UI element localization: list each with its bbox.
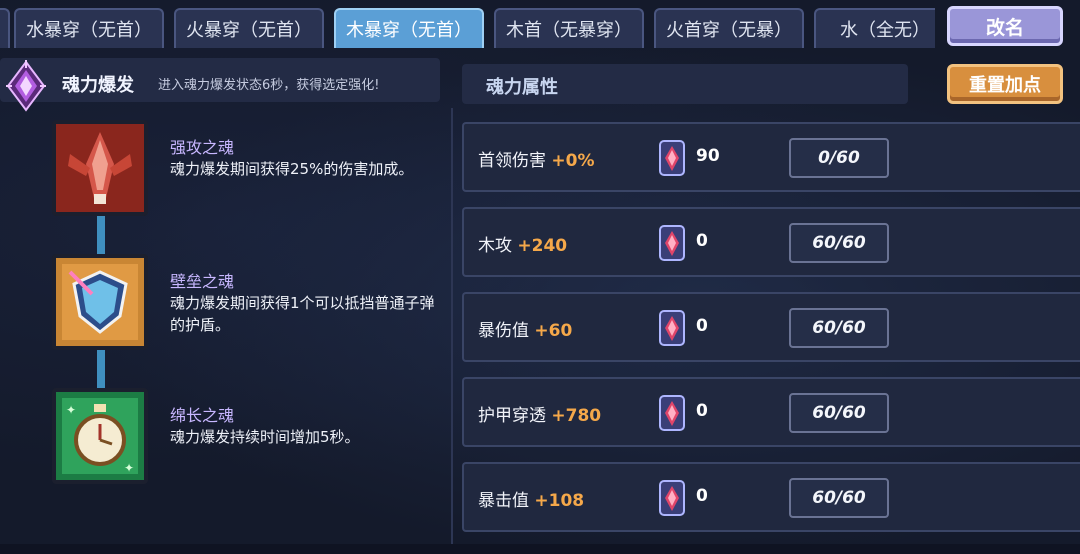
soul-gem-icon	[659, 310, 685, 346]
gem-count: 0	[696, 316, 708, 336]
reset-points-button[interactable]: 重置加点	[947, 64, 1063, 104]
attribute-row: 护甲穿透 +780 0 60/60	[462, 377, 1080, 447]
attribute-level[interactable]: 60/60	[789, 393, 889, 433]
attribute-name: 暴伤值 +60	[478, 321, 573, 341]
soul-gem-icon	[659, 140, 685, 176]
skill-description: 魂力爆发期间获得1个可以抵挡普通子弹的护盾。	[170, 294, 435, 334]
svg-text:✦: ✦	[124, 461, 134, 475]
tab-fire-crit-pierce[interactable]: 火暴穿（无首）	[174, 8, 324, 48]
red-blade-icon[interactable]	[52, 120, 148, 216]
attribute-name: 首领伤害 +0%	[478, 151, 595, 171]
skill-name: 绵长之魂	[170, 406, 235, 425]
attribute-level[interactable]: 60/60	[789, 478, 889, 518]
attribute-name: 护甲穿透 +780	[478, 406, 602, 426]
burst-title: 魂力爆发	[62, 75, 134, 96]
attribute-level[interactable]: 60/60	[789, 223, 889, 263]
gem-count: 0	[696, 486, 708, 506]
attributes-title: 魂力属性	[486, 77, 558, 98]
shield-icon[interactable]	[52, 254, 148, 350]
tab-wood-boss[interactable]: 木首（无暴穿）	[494, 8, 644, 48]
attribute-row: 木攻 +240 0 60/60	[462, 207, 1080, 277]
attribute-bonus: +108	[534, 491, 585, 511]
attribute-name: 暴击值 +108	[478, 491, 585, 511]
gem-count: 90	[696, 146, 720, 166]
attribute-level[interactable]: 0/60	[789, 138, 889, 178]
tab-water-crit-pierce[interactable]: 水暴穿（无首）	[14, 8, 164, 48]
attribute-row: 首领伤害 +0% 90 0/60	[462, 122, 1080, 192]
svg-text:✦: ✦	[66, 403, 76, 417]
rename-button[interactable]: 改名	[947, 6, 1063, 46]
attribute-bonus: +60	[534, 321, 573, 341]
attribute-bonus: +0%	[551, 151, 595, 171]
gem-count: 0	[696, 231, 708, 251]
tab-fire-boss-pierce[interactable]: 火首穿（无暴）	[654, 8, 804, 48]
gem-count: 0	[696, 401, 708, 421]
tab-edge	[0, 8, 10, 48]
skill-name: 壁垒之魂	[170, 272, 235, 291]
tab-wood-crit-pierce[interactable]: 木暴穿（无首）	[334, 8, 484, 48]
attribute-bonus: +240	[517, 236, 568, 256]
preset-tab-bar: 水暴穿（无首） 火暴穿（无首） 木暴穿（无首） 木首（无暴穿） 火首穿（无暴） …	[0, 0, 935, 52]
attribute-bonus: +780	[551, 406, 602, 426]
burst-description: 进入魂力爆发状态6秒，获得选定强化!	[158, 78, 380, 93]
attribute-row: 暴击值 +108 0 60/60	[462, 462, 1080, 532]
soul-gem-icon	[659, 225, 685, 261]
bottom-strip	[0, 544, 1080, 554]
stopwatch-icon[interactable]: ✦ ✦	[52, 388, 148, 484]
purple-crystal-icon	[6, 60, 46, 112]
tab-water-none[interactable]: 水（全无）	[814, 8, 935, 48]
skill-description: 魂力爆发持续时间增加5秒。	[170, 428, 360, 446]
attribute-row: 暴伤值 +60 0 60/60	[462, 292, 1080, 362]
attribute-name: 木攻 +240	[478, 236, 568, 256]
skill-name: 强攻之魂	[170, 138, 235, 157]
attribute-level[interactable]: 60/60	[789, 308, 889, 348]
soul-gem-icon	[659, 395, 685, 431]
soul-gem-icon	[659, 480, 685, 516]
skill-description: 魂力爆发期间获得25%的伤害加成。	[170, 160, 414, 178]
